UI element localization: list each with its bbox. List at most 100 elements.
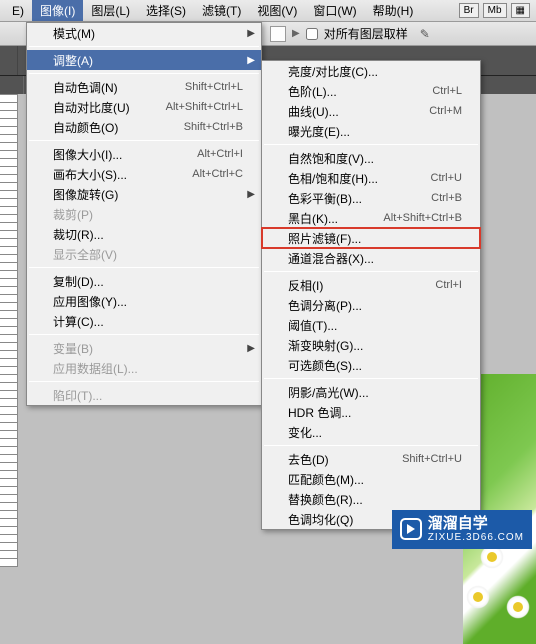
image-menu-item-2[interactable]: 调整(A) ▶ xyxy=(27,50,261,70)
image-menu-item-10[interactable]: 图像旋转(G)▶ xyxy=(27,184,261,204)
image-menu-item-8[interactable]: 图像大小(I)...Alt+Ctrl+I xyxy=(27,144,261,164)
adjust-submenu-item-22[interactable]: 去色(D) Shift+Ctrl+U xyxy=(262,449,480,469)
menubar-extras: Br Mb ▦ xyxy=(459,3,536,18)
adjust-submenu-item-label: 可选颜色(S)... xyxy=(288,357,462,374)
adjust-submenu-item-1[interactable]: 色阶(L)...Ctrl+L xyxy=(262,81,480,101)
adjust-submenu-item-19[interactable]: HDR 色调... xyxy=(262,402,480,422)
image-menu-item-label: 裁剪(P) xyxy=(53,206,243,223)
adjust-submenu-item-7[interactable]: 色彩平衡(B)...Ctrl+B xyxy=(262,188,480,208)
menubar-item-select[interactable]: 选择(S) xyxy=(138,0,194,21)
adjust-submenu-item-label: 反相(I) xyxy=(288,277,425,294)
watermark-subtitle: ZIXUE.3D66.COM xyxy=(428,532,524,543)
adjust-submenu-item-label: HDR 色调... xyxy=(288,404,462,421)
play-icon xyxy=(400,518,422,540)
adjust-submenu-item-label: 色彩平衡(B)... xyxy=(288,190,421,207)
image-menu-item-label: 调整(A) xyxy=(53,52,243,69)
image-menu-item-17[interactable]: 计算(C)... xyxy=(27,311,261,331)
adjust-submenu-item-label: 通道混合器(X)... xyxy=(288,250,462,267)
adjust-submenu-item-shortcut: Alt+Shift+Ctrl+B xyxy=(383,212,462,224)
menubar-item-help[interactable]: 帮助(H) xyxy=(365,0,422,21)
extra-mb[interactable]: Mb xyxy=(483,3,507,18)
image-menu-item-20: 应用数据组(L)... xyxy=(27,358,261,378)
image-menu-item-label: 复制(D)... xyxy=(53,273,243,290)
submenu-arrow-icon: ▶ xyxy=(247,189,255,200)
extra-grid-icon[interactable]: ▦ xyxy=(511,3,530,18)
adjust-submenu-item-3[interactable]: 曝光度(E)... xyxy=(262,121,480,141)
watermark-title: 溜溜自学 xyxy=(428,516,524,533)
adjust-submenu-item-23[interactable]: 匹配颜色(M)... xyxy=(262,469,480,489)
adjust-submenu-separator xyxy=(264,378,478,379)
image-menu-item-12[interactable]: 裁切(R)... xyxy=(27,224,261,244)
image-menu-item-19: 变量(B)▶ xyxy=(27,338,261,358)
adjust-submenu-item-5[interactable]: 自然饱和度(V)... xyxy=(262,148,480,168)
adjust-submenu-item-shortcut: Ctrl+U xyxy=(431,172,462,184)
image-menu-separator xyxy=(29,267,259,268)
adjust-submenu-item-10[interactable]: 通道混合器(X)... xyxy=(262,248,480,268)
menubar-item-filter[interactable]: 滤镜(T) xyxy=(194,0,249,21)
ruler-left xyxy=(0,94,18,567)
image-menu-item-label: 图像大小(I)... xyxy=(53,146,187,163)
image-menu-item-shortcut: Shift+Ctrl+L xyxy=(185,81,243,93)
image-menu-item-15[interactable]: 复制(D)... xyxy=(27,271,261,291)
image-menu-item-6[interactable]: 自动颜色(O)Shift+Ctrl+B xyxy=(27,117,261,137)
sample-all-layers-checkbox[interactable] xyxy=(306,28,318,40)
adjust-submenu-item-label: 去色(D) xyxy=(288,451,392,468)
submenu-arrow-icon: ▶ xyxy=(247,55,255,66)
image-menu-item-16[interactable]: 应用图像(Y)... xyxy=(27,291,261,311)
adjust-submenu-item-label: 自然饱和度(V)... xyxy=(288,150,462,167)
edit-icon[interactable]: ✎ xyxy=(420,27,430,41)
adjust-submenu-item-13[interactable]: 色调分离(P)... xyxy=(262,295,480,315)
adjust-submenu-item-0[interactable]: 亮度/对比度(C)... xyxy=(262,61,480,81)
image-menu-separator xyxy=(29,46,259,47)
adjust-submenu-item-label: 曝光度(E)... xyxy=(288,123,462,140)
image-menu-item-13: 显示全部(V) xyxy=(27,244,261,264)
adjust-submenu-separator xyxy=(264,445,478,446)
sample-swatch[interactable] xyxy=(270,26,286,42)
adjust-submenu-item-label: 阈值(T)... xyxy=(288,317,462,334)
menubar-item-layer[interactable]: 图层(L) xyxy=(83,0,138,21)
image-menu-item-label: 自动色调(N) xyxy=(53,79,175,96)
adjust-submenu-item-24[interactable]: 替换颜色(R)... xyxy=(262,489,480,509)
image-menu-item-0[interactable]: 模式(M) ▶ xyxy=(27,23,261,43)
adjust-submenu-item-20[interactable]: 变化... xyxy=(262,422,480,442)
image-menu-item-shortcut: Alt+Shift+Ctrl+L xyxy=(166,101,243,113)
image-menu-item-label: 裁切(R)... xyxy=(53,226,243,243)
adjust-submenu-item-label: 替换颜色(R)... xyxy=(288,491,462,508)
adjust-submenu-item-label: 曲线(U)... xyxy=(288,103,419,120)
adjust-submenu-item-12[interactable]: 反相(I)Ctrl+I xyxy=(262,275,480,295)
adjust-submenu-item-2[interactable]: 曲线(U)... Ctrl+M xyxy=(262,101,480,121)
image-menu-item-label: 自动对比度(U) xyxy=(53,99,156,116)
image-menu-separator xyxy=(29,73,259,74)
adjust-submenu-item-9[interactable]: 照片滤镜(F)... xyxy=(262,228,480,248)
adjust-submenu-item-label: 变化... xyxy=(288,424,462,441)
adjust-submenu-item-label: 亮度/对比度(C)... xyxy=(288,63,462,80)
adjust-submenu-item-14[interactable]: 阈值(T)... xyxy=(262,315,480,335)
image-menu-item-5[interactable]: 自动对比度(U) Alt+Shift+Ctrl+L xyxy=(27,97,261,117)
image-menu-item-label: 变量(B) xyxy=(53,340,243,357)
image-menu-item-label: 显示全部(V) xyxy=(53,246,243,263)
image-menu-item-label: 应用图像(Y)... xyxy=(53,293,243,310)
menubar-item-window[interactable]: 窗口(W) xyxy=(305,0,364,21)
adjust-submenu-item-6[interactable]: 色相/饱和度(H)...Ctrl+U xyxy=(262,168,480,188)
adjust-submenu-item-16[interactable]: 可选颜色(S)... xyxy=(262,355,480,375)
image-menu: 模式(M) ▶ 调整(A) ▶ 自动色调(N) Shift+Ctrl+L 自动对比度(U) A… xyxy=(26,22,262,406)
menubar-item-e[interactable]: E) xyxy=(4,2,32,20)
image-menu-item-label: 应用数据组(L)... xyxy=(53,360,243,377)
image-menu-item-label: 自动颜色(O) xyxy=(53,119,174,136)
adjust-submenu-item-15[interactable]: 渐变映射(G)... xyxy=(262,335,480,355)
image-menu-separator xyxy=(29,381,259,382)
image-menu-separator xyxy=(29,140,259,141)
image-menu-item-9[interactable]: 画布大小(S)...Alt+Ctrl+C xyxy=(27,164,261,184)
adjust-submenu-item-shortcut: Ctrl+M xyxy=(429,105,462,117)
menubar-item-view[interactable]: 视图(V) xyxy=(249,0,305,21)
submenu-arrow-icon: ▶ xyxy=(247,28,255,39)
adjust-submenu-item-18[interactable]: 阴影/高光(W)... xyxy=(262,382,480,402)
adjust-submenu-item-label: 照片滤镜(F)... xyxy=(288,230,462,247)
adjust-submenu-item-shortcut: Shift+Ctrl+U xyxy=(402,453,462,465)
sample-all-layers-label: 对所有图层取样 xyxy=(324,25,408,42)
adjust-submenu-item-8[interactable]: 黑白(K)...Alt+Shift+Ctrl+B xyxy=(262,208,480,228)
image-menu-item-label: 模式(M) xyxy=(53,25,243,42)
extra-br[interactable]: Br xyxy=(459,3,479,18)
image-menu-item-4[interactable]: 自动色调(N) Shift+Ctrl+L xyxy=(27,77,261,97)
menubar-item-image[interactable]: 图像(I) xyxy=(32,0,83,21)
